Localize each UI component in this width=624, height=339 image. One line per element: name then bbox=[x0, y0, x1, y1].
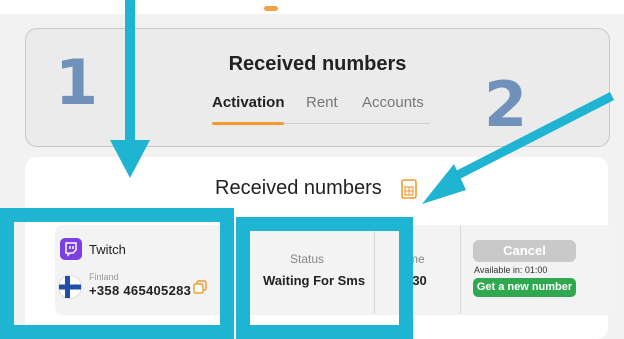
cancel-button[interactable]: Cancel bbox=[473, 240, 576, 262]
top-strip bbox=[0, 0, 624, 14]
document-export-icon[interactable] bbox=[401, 179, 417, 199]
highlight-box-status bbox=[236, 217, 413, 339]
tab-accounts[interactable]: Accounts bbox=[362, 94, 424, 111]
tab-activation[interactable]: Activation bbox=[212, 94, 285, 111]
available-in-text: Available in: 01:00 bbox=[474, 265, 548, 275]
active-tab-indicator bbox=[212, 122, 284, 125]
annotation-number-1: 1 bbox=[55, 46, 99, 119]
get-new-number-button[interactable]: Get a new number bbox=[473, 278, 576, 297]
annotation-number-2: 2 bbox=[484, 68, 528, 141]
column-divider bbox=[460, 226, 461, 314]
top-accent-mark bbox=[264, 6, 278, 11]
tab-bar: Activation Rent Accounts bbox=[212, 94, 430, 126]
tab-divider-line bbox=[284, 123, 430, 124]
tab-rent[interactable]: Rent bbox=[306, 94, 338, 111]
list-title: Received numbers bbox=[215, 177, 382, 199]
highlight-box-service bbox=[0, 208, 234, 339]
